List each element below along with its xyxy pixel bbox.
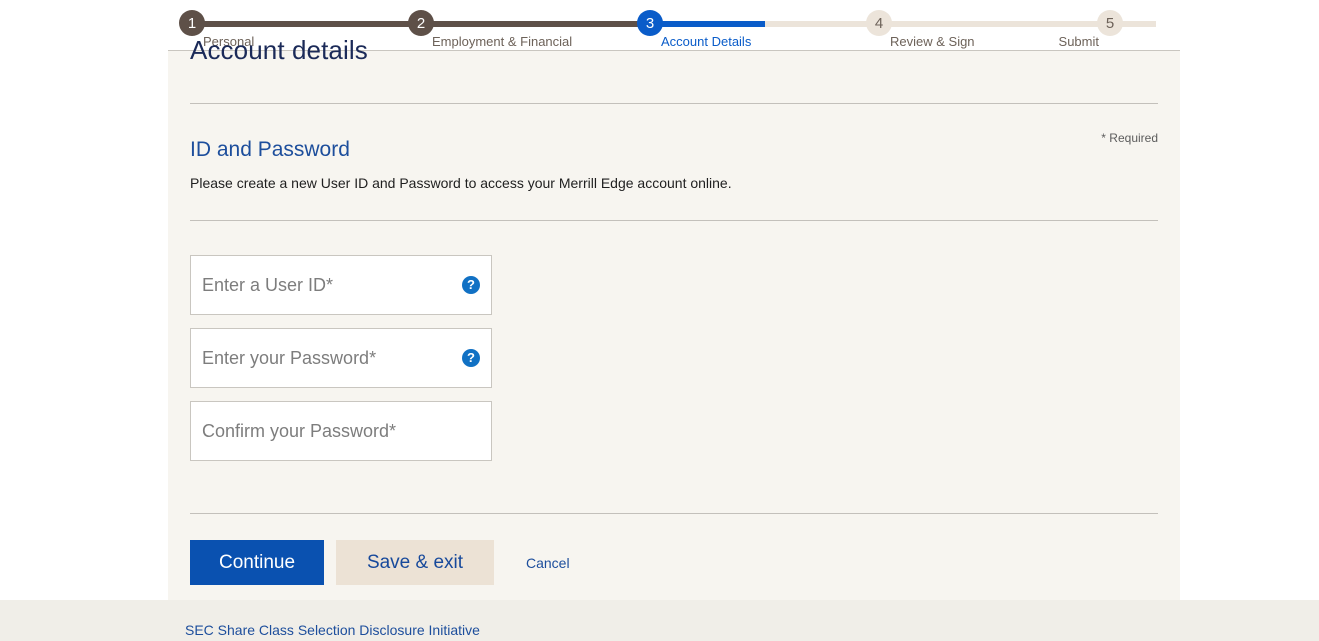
- credentials-form: ? ?: [190, 255, 494, 474]
- cancel-link[interactable]: Cancel: [526, 555, 570, 571]
- stepper-step-number: 1: [179, 10, 205, 36]
- sec-disclosure-link[interactable]: SEC Share Class Selection Disclosure Ini…: [185, 622, 480, 638]
- divider-bottom: [190, 513, 1158, 514]
- user-id-field[interactable]: ?: [190, 255, 492, 315]
- form-actions: Continue Save & exit Cancel: [190, 540, 570, 585]
- divider-middle: [190, 220, 1158, 221]
- confirm-password-field[interactable]: [190, 401, 492, 461]
- page-title: Account details: [190, 35, 368, 65]
- divider-top: [190, 103, 1158, 104]
- continue-button[interactable]: Continue: [190, 540, 324, 585]
- question-mark-icon[interactable]: ?: [462, 276, 480, 294]
- section-description: Please create a new User ID and Password…: [190, 175, 732, 191]
- stepper-step-label: Account Details: [661, 34, 752, 49]
- stepper-step-number: 2: [408, 10, 434, 36]
- account-details-card: Account details * Required ID and Passwo…: [168, 35, 1180, 600]
- password-field[interactable]: ?: [190, 328, 492, 388]
- stepper-step-label: Submit: [1058, 34, 1099, 49]
- stepper-step-number: 4: [866, 10, 892, 36]
- stepper-track: [192, 21, 1156, 27]
- stepper-segment-active: [650, 21, 765, 27]
- question-mark-icon[interactable]: ?: [462, 349, 480, 367]
- stepper-step-label: Employment & Financial: [432, 34, 573, 49]
- save-and-exit-button[interactable]: Save & exit: [336, 540, 494, 585]
- stepper-step-number: 3: [637, 10, 663, 36]
- page-footer: SEC Share Class Selection Disclosure Ini…: [0, 600, 1319, 641]
- user-id-input[interactable]: [191, 256, 491, 314]
- stepper-step-label: Review & Sign: [890, 34, 975, 49]
- required-note: * Required: [1101, 131, 1158, 145]
- confirm-password-input[interactable]: [191, 402, 491, 460]
- stepper-step-number: 5: [1097, 10, 1123, 36]
- password-input[interactable]: [191, 329, 491, 387]
- section-title: ID and Password: [190, 138, 350, 161]
